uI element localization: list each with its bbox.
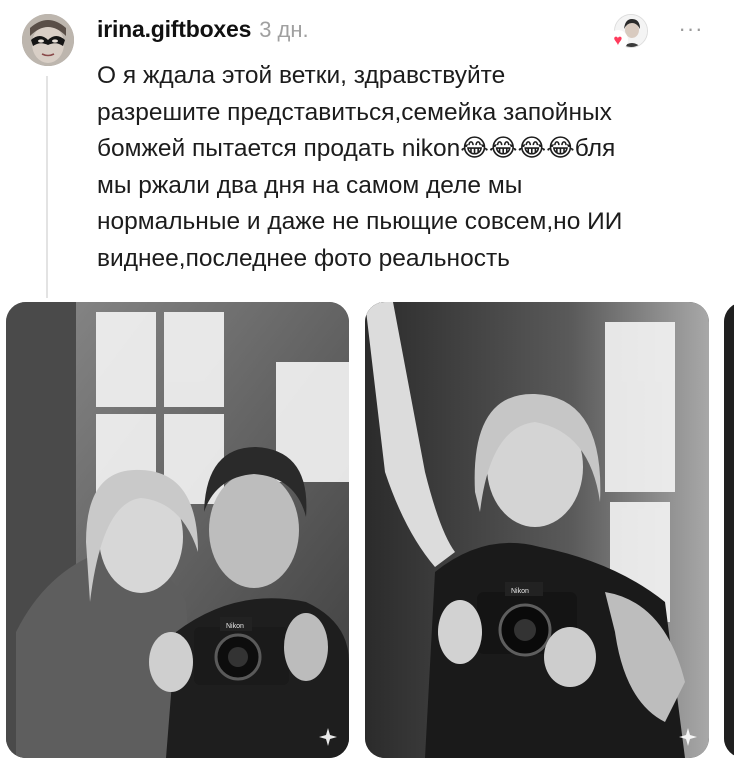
post-photo-1[interactable]: Nikon (6, 302, 349, 758)
ai-sparkle-icon (317, 726, 339, 748)
camera-brand-label-1: Nikon (226, 623, 244, 630)
post-text: О я ждала этой ветки, здравствуйте разре… (97, 62, 623, 272)
more-icon[interactable]: ··· (674, 12, 708, 46)
photo-3-image (724, 302, 734, 758)
username[interactable]: irina.giftboxes (97, 16, 251, 43)
post-photo-2[interactable]: Nikon (365, 302, 709, 758)
timestamp: 3 дн. (259, 17, 309, 42)
camera-brand-label-2: Nikon (511, 588, 529, 595)
liker-avatar[interactable]: ♥ (608, 14, 648, 50)
photo-2-image: Nikon (365, 302, 709, 758)
author-avatar[interactable] (22, 14, 74, 66)
post-photo-3[interactable] (724, 302, 734, 758)
photo-1-image: Nikon (6, 302, 349, 758)
post-header: irina.giftboxes 3 дн. (97, 16, 309, 48)
thread-line (46, 76, 48, 298)
ai-sparkle-icon-2 (677, 726, 699, 748)
heart-icon: ♥ (608, 30, 628, 50)
masked-woman-avatar-icon (22, 14, 74, 66)
